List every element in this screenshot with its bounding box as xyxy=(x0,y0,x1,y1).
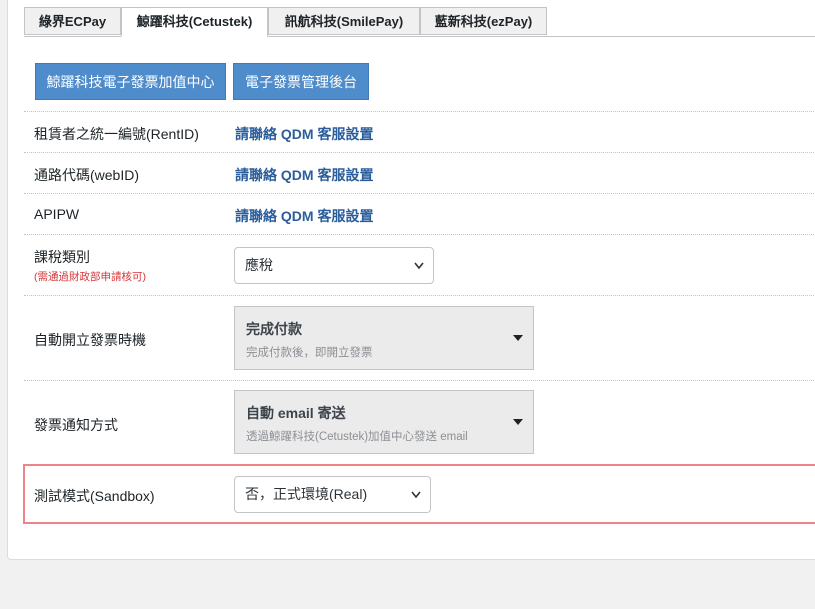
notify-method-description: 透過鯨躍科技(Cetustek)加值中心發送 email xyxy=(246,431,468,443)
issue-timing-label: 自動開立發票時機 xyxy=(34,332,146,348)
notify-method-label: 發票通知方式 xyxy=(34,417,118,433)
row-divider xyxy=(24,295,815,296)
tax-type-label: 課稅類別 xyxy=(34,249,90,265)
cetustek-center-button[interactable]: 鯨躍科技電子發票加值中心 xyxy=(35,63,226,100)
issue-timing-dropdown[interactable]: 完成付款 完成付款後，即開立發票 xyxy=(234,306,534,370)
web-id-label: 通路代碼(webID) xyxy=(34,167,140,183)
caret-down-icon xyxy=(513,335,523,341)
issue-timing-description: 完成付款後，即開立發票 xyxy=(246,347,373,359)
row-divider xyxy=(24,234,815,235)
apipw-label: APIPW xyxy=(34,206,80,222)
rent-id-label: 租賃者之統一編號(RentID) xyxy=(34,126,199,142)
sandbox-selected-value: 否，正式環境(Real) xyxy=(245,486,368,502)
rent-id-contact-link[interactable]: 請聯絡 QDM 客服設置 xyxy=(235,124,373,144)
provider-tabs: 綠界ECPay 鯨躍科技(Cetustek) 訊航科技(SmilePay) 藍新… xyxy=(24,7,815,37)
invoice-backend-button[interactable]: 電子發票管理後台 xyxy=(233,63,369,100)
tab-cetustek[interactable]: 鯨躍科技(Cetustek) xyxy=(121,7,268,37)
chevron-down-icon xyxy=(411,491,421,499)
row-divider xyxy=(24,193,815,194)
chevron-down-icon xyxy=(414,262,424,270)
tab-ezpay[interactable]: 藍新科技(ezPay) xyxy=(420,7,547,35)
row-divider xyxy=(24,152,815,153)
sandbox-label: 測試模式(Sandbox) xyxy=(34,488,155,504)
tab-ecpay[interactable]: 綠界ECPay xyxy=(24,7,121,35)
tax-type-select[interactable]: 應稅 xyxy=(234,247,434,284)
tax-type-selected-value: 應稅 xyxy=(245,257,273,273)
tax-type-note: (需通過財政部申請核可) xyxy=(34,271,146,283)
row-divider xyxy=(24,380,815,381)
apipw-contact-link[interactable]: 請聯絡 QDM 客服設置 xyxy=(235,206,373,226)
row-divider xyxy=(24,111,815,112)
caret-down-icon xyxy=(513,419,523,425)
issue-timing-selected-value: 完成付款 xyxy=(246,321,302,337)
notify-method-selected-value: 自動 email 寄送 xyxy=(246,405,346,421)
notify-method-dropdown[interactable]: 自動 email 寄送 透過鯨躍科技(Cetustek)加值中心發送 email xyxy=(234,390,534,454)
web-id-contact-link[interactable]: 請聯絡 QDM 客服設置 xyxy=(235,165,373,185)
tab-smilepay[interactable]: 訊航科技(SmilePay) xyxy=(268,7,420,35)
sandbox-mode-select[interactable]: 否，正式環境(Real) xyxy=(234,476,431,513)
